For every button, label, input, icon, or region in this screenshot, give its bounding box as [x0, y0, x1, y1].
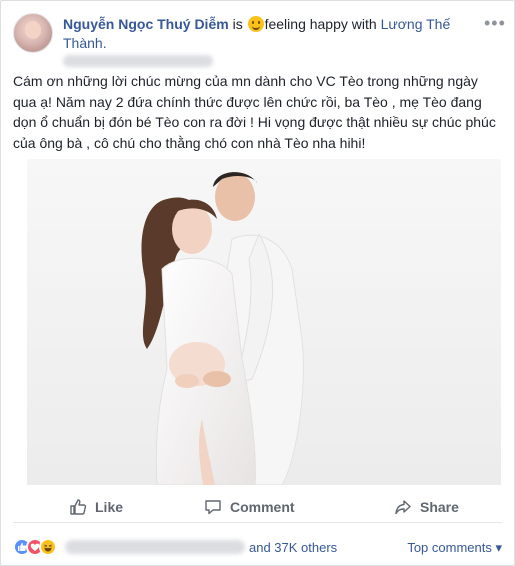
top-comments-dropdown[interactable]: Top comments ▾: [407, 540, 502, 556]
post-body-text: Cám ơn những lời chúc mừng của mn dành c…: [13, 73, 496, 151]
post-photo[interactable]: [27, 159, 501, 485]
author-name[interactable]: Nguyễn Ngọc Thuý Diễm: [63, 16, 229, 32]
comment-bubble-icon: [205, 500, 221, 515]
reactor-names-blurred: [65, 540, 245, 554]
more-options-icon[interactable]: •••: [484, 14, 505, 32]
haha-reaction-icon: [39, 538, 57, 556]
share-button[interactable]: Share: [394, 495, 459, 519]
post-header: Nguyễn Ngọc Thuý Diễm is feeling happy w…: [13, 13, 505, 67]
post-action-bar: Like Comment Share: [13, 491, 502, 523]
share-arrow-icon: [395, 500, 411, 515]
reaction-count-link[interactable]: and 37K others: [249, 540, 337, 555]
share-label: Share: [420, 499, 459, 515]
is-word: is: [232, 16, 243, 32]
reaction-icons[interactable]: [13, 538, 67, 556]
comment-button[interactable]: Comment: [204, 495, 295, 519]
post-footer: and 37K others Top comments ▾: [13, 531, 502, 561]
like-label: Like: [95, 499, 124, 515]
post-headline: Nguyễn Ngọc Thuý Diễm is feeling happy w…: [63, 15, 483, 53]
comment-label: Comment: [230, 499, 295, 515]
feeling-text: feeling happy with: [264, 16, 377, 32]
author-avatar[interactable]: [13, 13, 53, 53]
couple-photo-illustration: [27, 159, 501, 485]
post-timestamp-blurred: [63, 55, 213, 67]
post-card: Nguyễn Ngọc Thuý Diễm is feeling happy w…: [0, 0, 515, 566]
smile-icon: [247, 16, 264, 32]
like-button[interactable]: Like: [69, 495, 123, 519]
thumbs-up-icon: [70, 499, 87, 515]
